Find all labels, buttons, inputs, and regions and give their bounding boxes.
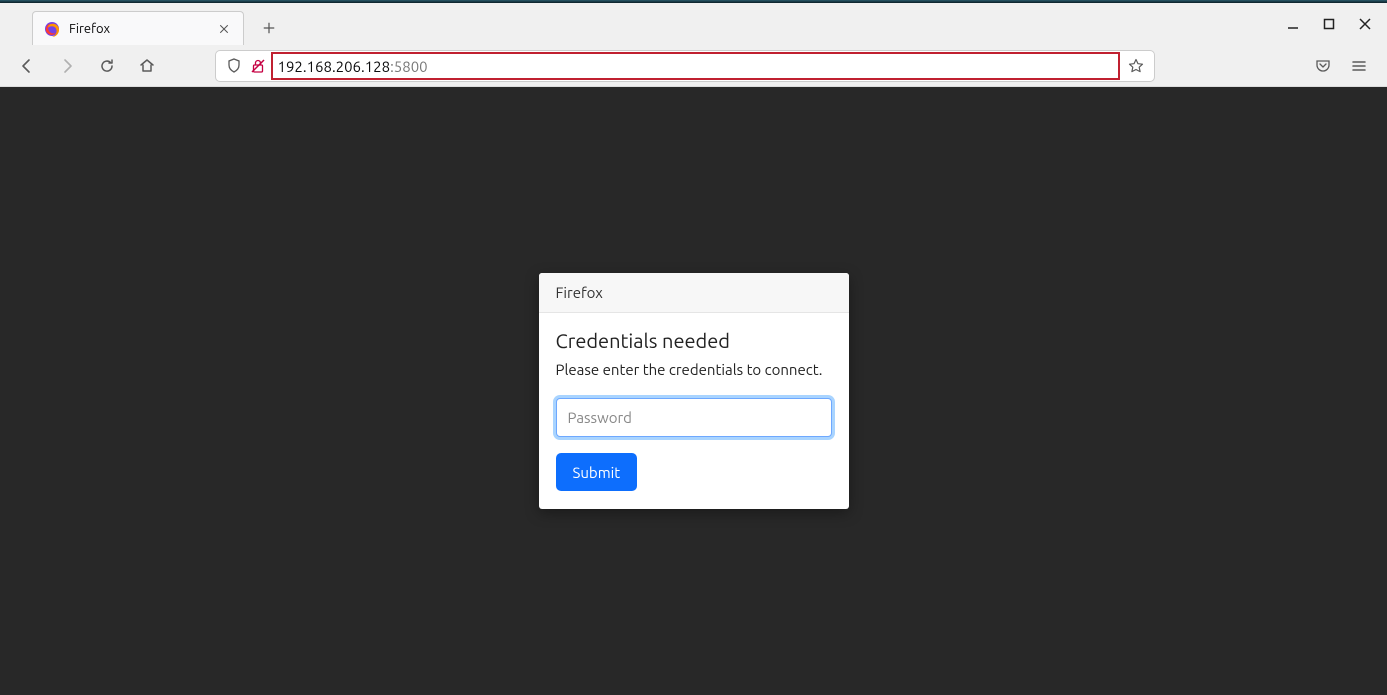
save-to-pocket-button[interactable] [1307, 51, 1339, 81]
url-host: 192.168.206.128 [278, 58, 391, 75]
window-close-button[interactable] [1347, 9, 1383, 39]
shield-icon[interactable] [226, 58, 242, 74]
browser-tab[interactable]: Firefox [32, 11, 244, 45]
insecure-lock-icon[interactable] [250, 58, 266, 74]
home-button[interactable] [132, 51, 162, 81]
url-bar[interactable]: 192.168.206.128:5800 [215, 50, 1155, 82]
forward-button[interactable] [52, 51, 82, 81]
tab-title: Firefox [69, 22, 207, 36]
firefox-icon [44, 21, 60, 37]
credentials-modal: Firefox Credentials needed Please enter … [539, 273, 849, 509]
url-port: :5800 [390, 58, 428, 75]
bookmark-star-icon[interactable] [1128, 58, 1144, 74]
new-tab-button[interactable] [254, 13, 284, 43]
page-content: Firefox Credentials needed Please enter … [0, 87, 1387, 695]
reload-button[interactable] [92, 51, 122, 81]
tab-bar: Firefox [0, 3, 1387, 45]
window-minimize-button[interactable] [1275, 9, 1311, 39]
modal-title: Credentials needed [556, 329, 832, 352]
app-menu-button[interactable] [1343, 51, 1375, 81]
submit-button[interactable]: Submit [556, 453, 638, 491]
url-text[interactable]: 192.168.206.128:5800 [271, 52, 1120, 80]
toolbar: 192.168.206.128:5800 [0, 45, 1387, 87]
close-tab-icon[interactable] [216, 21, 232, 37]
password-input[interactable] [556, 398, 832, 437]
back-button[interactable] [12, 51, 42, 81]
window-maximize-button[interactable] [1311, 9, 1347, 39]
modal-message: Please enter the credentials to connect. [556, 361, 832, 378]
modal-header: Firefox [539, 273, 849, 313]
window-controls [1275, 3, 1383, 45]
